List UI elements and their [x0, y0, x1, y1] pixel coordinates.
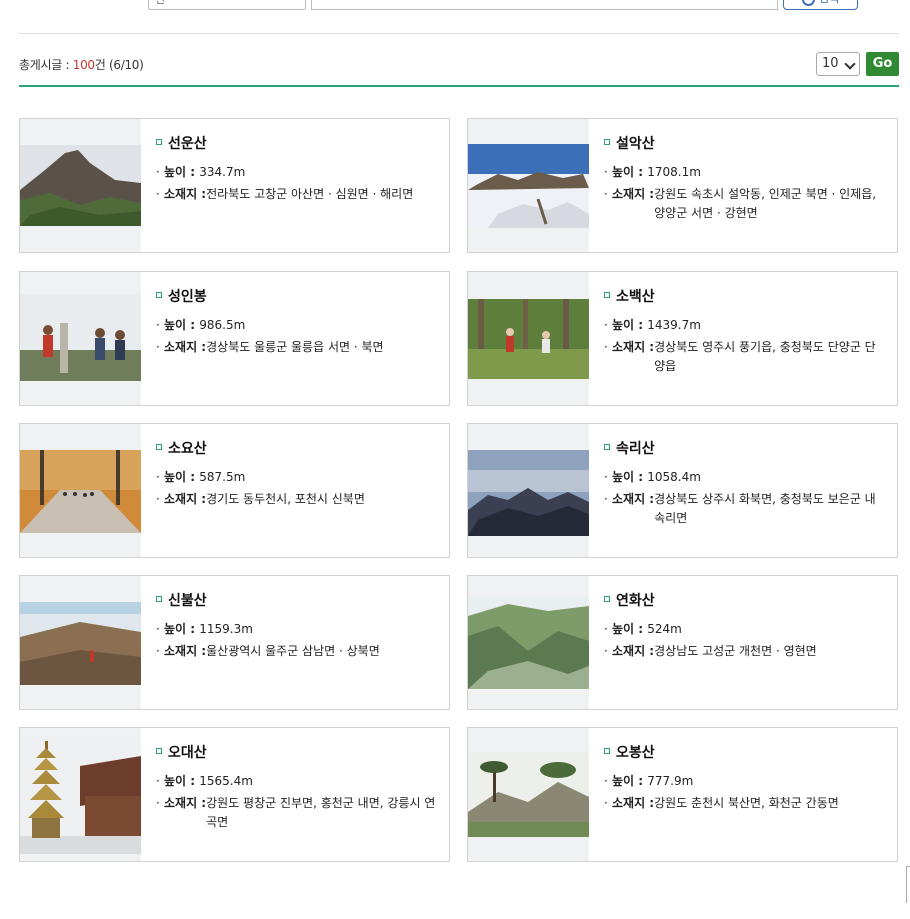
mountain-name[interactable]: 설악산 [604, 133, 885, 153]
height-label: 높이 : [612, 774, 648, 788]
forest-trail-image [468, 299, 589, 379]
mountain-name[interactable]: 성인봉 [156, 286, 437, 306]
height-label: 높이 : [612, 165, 648, 179]
mountain-card[interactable]: 소요산 높이 : 587.5m 소재지 : 경기도 동두천시, 포천시 신북면 [19, 423, 450, 558]
height-value: 334.7m [199, 165, 246, 179]
location-label: 소재지 : [164, 340, 207, 354]
height-value: 1439.7m [647, 318, 701, 332]
height-label: 높이 : [612, 470, 648, 484]
height-label: 높이 : [164, 318, 200, 332]
mountain-card[interactable]: 선운산 높이 : 334.7m 소재지 : 전라북도 고창군 아산면 · 심원면… [19, 118, 450, 253]
mountain-photo[interactable] [468, 728, 589, 861]
mountain-card[interactable]: 오대산 높이 : 1565.4m 소재지 : 강원도 평창군 진부면, 홍천군 … [19, 727, 450, 862]
mountain-photo[interactable] [20, 119, 141, 252]
temple-pagoda-image [20, 736, 141, 854]
total-count-label: 총게시글 : 100건 (6/10) [19, 56, 144, 73]
page-indicator: 건 (6/10) [94, 58, 144, 72]
search-category-select[interactable]: 전 [148, 0, 306, 10]
location-value: 강원도 속초시 설악동, 인제군 북면 · 인제읍, 양양군 서면 · 강현면 [654, 187, 877, 220]
location-label: 소재지 : [612, 644, 655, 658]
mountain-name[interactable]: 오봉산 [604, 742, 885, 762]
mountain-photo[interactable] [468, 119, 589, 252]
rocky-peak-image [20, 145, 141, 226]
location-value: 경기도 동두천시, 포천시 신북면 [206, 492, 365, 506]
per-page-value: 10 [822, 56, 839, 71]
mountain-photo[interactable] [20, 728, 141, 861]
divider [19, 33, 899, 34]
rocky-ridge-sea-of-clouds-image [468, 450, 589, 536]
mountain-name[interactable]: 소요산 [156, 438, 437, 458]
mountain-card[interactable]: 설악산 높이 : 1708.1m 소재지 : 강원도 속초시 설악동, 인제군 … [467, 118, 898, 253]
mountain-name[interactable]: 오대산 [156, 742, 437, 762]
mountain-card[interactable]: 속리산 높이 : 1058.4m 소재지 : 경상북도 상주시 화북면, 충청북… [467, 423, 898, 558]
height-value: 524m [647, 622, 682, 636]
location-value: 경상북도 영주시 풍기읍, 충청북도 단양군 단양읍 [654, 340, 876, 373]
height-label: 높이 : [164, 622, 200, 636]
height-value: 1159.3m [199, 622, 253, 636]
location-value: 경상남도 고성군 개천면 · 영현면 [654, 644, 817, 658]
mountain-photo[interactable] [468, 576, 589, 709]
height-value: 777.9m [647, 774, 694, 788]
mountain-photo[interactable] [468, 424, 589, 557]
snowy-ridge-image [468, 144, 589, 228]
location-label: 소재지 : [612, 340, 655, 354]
total-count: 100 [72, 58, 95, 72]
list-toolbar: 총게시글 : 100건 (6/10) 10 Go [19, 52, 899, 78]
location-label: 소재지 : [164, 492, 207, 506]
search-button-label: 검색 [819, 0, 839, 5]
mountain-card[interactable]: 오봉산 높이 : 777.9m 소재지 : 강원도 춘천시 북산면, 화천군 간… [467, 727, 898, 862]
location-value: 울산광역시 울주군 삼남면 · 상북면 [206, 644, 380, 658]
mountain-photo[interactable] [20, 424, 141, 557]
location-value: 경상북도 울릉군 울릉읍 서면 · 북면 [206, 340, 384, 354]
location-value: 전라북도 고창군 아산면 · 심원면 · 해리면 [206, 187, 414, 201]
height-value: 1565.4m [199, 774, 253, 788]
location-label: 소재지 : [164, 796, 207, 810]
location-value: 강원도 춘천시 북산면, 화천군 간동면 [654, 796, 839, 810]
location-value: 강원도 평창군 진부면, 홍천군 내면, 강릉시 연곡면 [206, 796, 436, 829]
mountain-name[interactable]: 소백산 [604, 286, 885, 306]
pine-rock-image [468, 752, 589, 837]
grassy-slope-image [20, 602, 141, 685]
location-label: 소재지 : [612, 187, 655, 201]
height-label: 높이 : [164, 470, 200, 484]
search-button[interactable]: 검색 [783, 0, 858, 10]
go-button[interactable]: Go [866, 52, 899, 76]
chevron-down-icon [844, 58, 856, 70]
height-value: 587.5m [199, 470, 246, 484]
height-value: 1058.4m [647, 470, 701, 484]
mountain-photo[interactable] [20, 272, 141, 405]
mountain-name[interactable]: 신불산 [156, 590, 437, 610]
search-input[interactable] [311, 0, 778, 10]
mountain-card[interactable]: 성인봉 높이 : 986.5m 소재지 : 경상북도 울릉군 울릉읍 서면 · … [19, 271, 450, 406]
header-underline [19, 85, 899, 87]
location-label: 소재지 : [164, 187, 207, 201]
height-label: 높이 : [164, 774, 200, 788]
height-label: 높이 : [612, 622, 648, 636]
autumn-road-image [20, 450, 141, 533]
total-prefix: 총게시글 : [19, 58, 73, 72]
mountain-name[interactable]: 연화산 [604, 590, 885, 610]
forested-valley-image [468, 596, 589, 689]
location-label: 소재지 : [612, 796, 655, 810]
mountain-card[interactable]: 소백산 높이 : 1439.7m 소재지 : 경상북도 영주시 풍기읍, 충청북… [467, 271, 898, 406]
scroll-to-top-button[interactable] [906, 866, 910, 903]
mountain-card[interactable]: 연화산 높이 : 524m 소재지 : 경상남도 고성군 개천면 · 영현면 [467, 575, 898, 710]
mountain-name[interactable]: 속리산 [604, 438, 885, 458]
height-label: 높이 : [164, 165, 200, 179]
mountain-photo[interactable] [468, 272, 589, 405]
location-label: 소재지 : [164, 644, 207, 658]
search-icon [801, 0, 815, 6]
mountain-card[interactable]: 신불산 높이 : 1159.3m 소재지 : 울산광역시 울주군 삼남면 · 상… [19, 575, 450, 710]
height-value: 1708.1m [647, 165, 701, 179]
location-label: 소재지 : [612, 492, 655, 506]
summit-hikers-image [20, 295, 141, 381]
height-value: 986.5m [199, 318, 246, 332]
height-label: 높이 : [612, 318, 648, 332]
per-page-select[interactable]: 10 [816, 52, 860, 76]
mountain-photo[interactable] [20, 576, 141, 709]
mountain-name[interactable]: 선운산 [156, 133, 437, 153]
location-value: 경상북도 상주시 화북면, 충청북도 보은군 내속리면 [654, 492, 876, 525]
